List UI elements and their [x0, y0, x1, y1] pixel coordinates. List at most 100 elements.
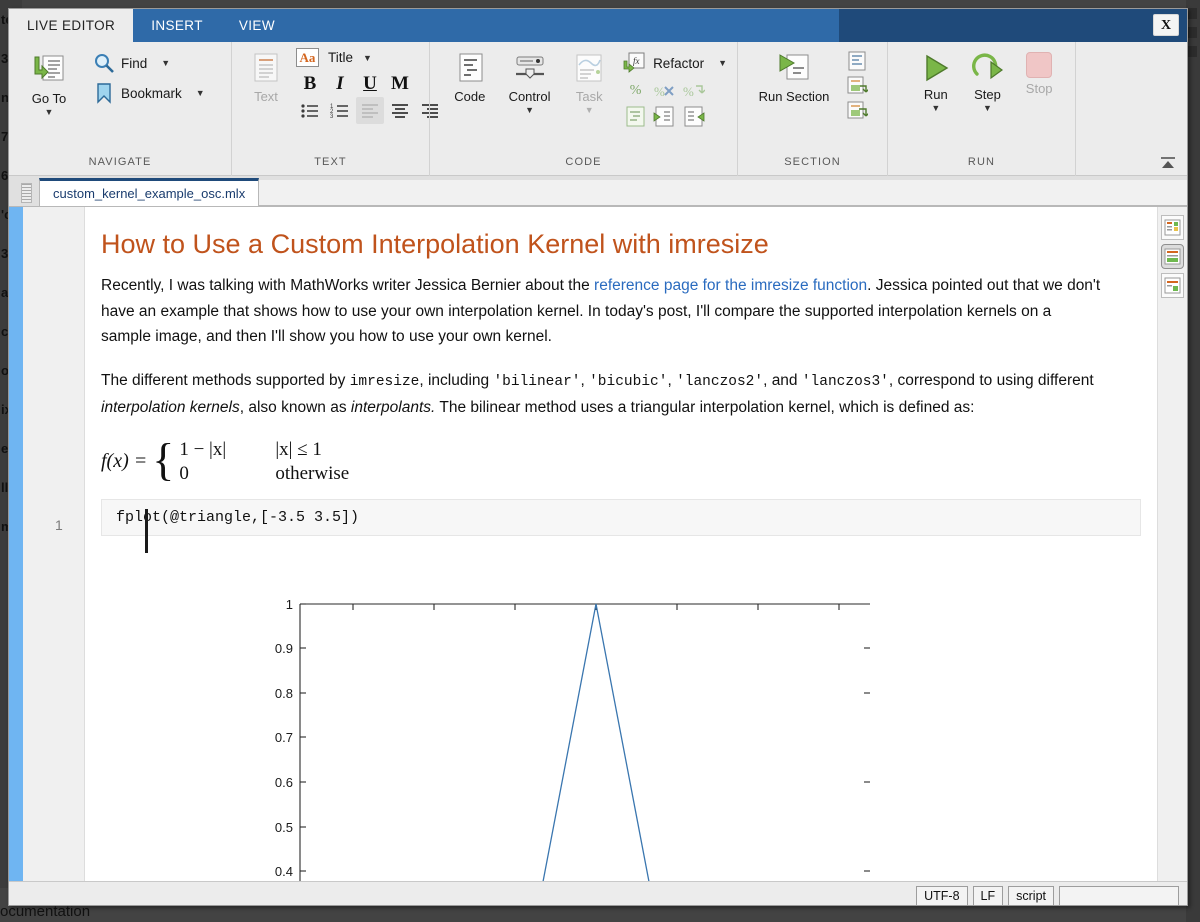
refactor-button[interactable]: fx Refactor ▼	[623, 48, 727, 78]
methods-text-a: The different methods supported by	[101, 372, 350, 389]
tab-live-editor[interactable]: LIVE EDITOR	[9, 9, 133, 42]
run-section-label: Run Section	[759, 89, 830, 104]
decrease-indent-icon[interactable]	[681, 105, 706, 129]
methods-text-g: , also known as	[240, 399, 351, 416]
status-line-ending[interactable]: LF	[973, 886, 1004, 906]
ribbon-tab-strip: LIVE EDITOR INSERT VIEW X	[9, 9, 1187, 42]
task-button[interactable]: Task ▼	[559, 48, 619, 114]
ribbon-group-navigate: Go To ▼ Find ▼	[9, 42, 231, 176]
section-break-icon[interactable]	[846, 50, 868, 72]
find-button[interactable]: Find ▼	[93, 48, 205, 78]
tab-bar-grip-handle[interactable]	[21, 183, 32, 203]
collapse-ribbon-icon[interactable]	[1159, 156, 1177, 170]
increase-indent-icon[interactable]	[652, 105, 677, 129]
find-dropdown-caret[interactable]: ▼	[161, 58, 170, 68]
matlab-live-editor-window: LIVE EDITOR INSERT VIEW X	[8, 8, 1188, 906]
stop-label: Stop	[1026, 81, 1053, 96]
task-label: Task	[576, 89, 603, 104]
bold-button[interactable]: B	[296, 70, 324, 97]
paragraph-intro-text-1: Recently, I was talking with MathWorks w…	[101, 277, 594, 294]
comment-icon[interactable]: %	[623, 80, 648, 102]
figure-output[interactable]: 1 0.9 0.8 0.7 0.6 0.5 0.4	[210, 587, 910, 881]
numbered-list-icon[interactable]: 123	[326, 97, 354, 124]
bookmark-button[interactable]: Bookmark ▼	[93, 78, 205, 108]
editor-left-accent-bar	[9, 207, 23, 881]
run-label: Run	[924, 87, 948, 102]
style-dropdown-caret[interactable]: ▼	[363, 53, 372, 63]
run-section-button[interactable]: Run Section	[748, 48, 840, 104]
align-center-icon[interactable]	[386, 97, 414, 124]
bookmark-icon	[93, 82, 115, 104]
italic-button[interactable]: I	[326, 70, 354, 97]
output-hidden-icon[interactable]	[1161, 273, 1184, 298]
monospace-button[interactable]: M	[386, 70, 414, 97]
control-label: Control	[509, 89, 551, 104]
run-to-end-icon[interactable]	[846, 100, 868, 122]
math-equation-block: f(x) = { 1 − |x| |x| ≤ 1 0 otherwise	[101, 439, 1157, 485]
go-to-dropdown-caret[interactable]: ▼	[45, 108, 54, 116]
align-left-icon[interactable]	[356, 97, 384, 124]
plot-axes	[300, 604, 870, 881]
tab-insert[interactable]: INSERT	[133, 9, 221, 42]
underline-button[interactable]: U	[356, 70, 384, 97]
smart-indent-icon[interactable]	[623, 105, 648, 129]
wrap-comment-icon[interactable]: %	[681, 80, 706, 102]
step-dropdown-caret[interactable]: ▼	[983, 104, 992, 112]
paragraph-methods: The different methods supported by imres…	[101, 368, 1101, 421]
document-tab-bar: custom_kernel_example_osc.mlx	[9, 176, 1187, 207]
control-dropdown-caret[interactable]: ▼	[525, 106, 534, 114]
methods-text-e: , and	[763, 372, 802, 389]
code-bilinear: 'bilinear'	[493, 374, 580, 390]
code-input-line[interactable]: fplot(@triangle,[-3.5 3.5])	[101, 499, 1141, 536]
y-tick-label-0-9: 0.9	[275, 641, 293, 656]
page-title: How to Use a Custom Interpolation Kernel…	[101, 229, 1157, 260]
run-dropdown-caret[interactable]: ▼	[931, 104, 940, 112]
code-button[interactable]: Code	[440, 48, 500, 104]
svg-text:fx: fx	[633, 56, 640, 66]
style-aa-icon: Aa	[296, 48, 319, 67]
imresize-reference-link[interactable]: reference page for the imresize function	[594, 277, 867, 294]
step-button[interactable]: Step ▼	[962, 48, 1014, 112]
refactor-icon: fx	[623, 51, 647, 75]
plot-y-tick-labels: 1 0.9 0.8 0.7 0.6 0.5 0.4	[275, 597, 293, 879]
plot-y-ticks	[300, 604, 306, 871]
bookmark-dropdown-caret[interactable]: ▼	[196, 88, 205, 98]
status-encoding[interactable]: UTF-8	[916, 886, 967, 906]
bulleted-list-icon[interactable]	[296, 97, 324, 124]
y-tick-label-0-5: 0.5	[275, 820, 293, 835]
status-file-type[interactable]: script	[1008, 886, 1054, 906]
close-window-button[interactable]: X	[1153, 14, 1179, 36]
uncomment-icon[interactable]: %	[652, 80, 677, 102]
output-right-icon[interactable]	[1161, 244, 1184, 269]
run-button[interactable]: Run ▼	[910, 48, 962, 112]
ribbon-group-label-navigate: NAVIGATE	[9, 154, 231, 176]
run-and-advance-icon[interactable]	[846, 75, 868, 97]
output-inline-icon[interactable]	[1161, 215, 1184, 240]
text-block-icon	[250, 52, 282, 86]
triangle-series-line	[542, 604, 650, 881]
ribbon-group-run: Run ▼ Step ▼ Stop	[887, 42, 1075, 176]
methods-text-h: The bilinear method uses a triangular in…	[435, 399, 974, 416]
code-line-number: 1	[55, 517, 63, 533]
ribbon-group-label-section: SECTION	[738, 154, 887, 176]
text-button[interactable]: Text	[242, 48, 290, 104]
document-tab-custom-kernel[interactable]: custom_kernel_example_osc.mlx	[39, 178, 259, 206]
live-script-canvas[interactable]: How to Use a Custom Interpolation Kernel…	[85, 207, 1157, 881]
y-tick-label-0-8: 0.8	[275, 686, 293, 701]
tab-view[interactable]: VIEW	[221, 9, 293, 42]
math-case2-value: 0	[179, 463, 245, 485]
stop-button[interactable]: Stop	[1013, 48, 1065, 96]
term-interpolants: interpolants.	[351, 399, 435, 416]
methods-text-f: , correspond to using different	[889, 372, 1094, 389]
go-to-icon	[31, 52, 67, 88]
status-bar: UTF-8 LF script	[9, 881, 1187, 906]
status-extra[interactable]	[1059, 886, 1179, 906]
go-to-button[interactable]: Go To ▼	[19, 48, 79, 116]
task-dropdown-caret[interactable]: ▼	[585, 106, 594, 114]
code-imresize: imresize	[350, 374, 420, 390]
triangle-kernel-plot: 1 0.9 0.8 0.7 0.6 0.5 0.4	[210, 587, 910, 881]
control-button[interactable]: Control ▼	[500, 48, 560, 114]
code-bicubic: 'bicubic'	[589, 374, 667, 390]
math-lhs: f(x) =	[101, 450, 147, 473]
refactor-dropdown-caret[interactable]: ▼	[718, 58, 727, 68]
